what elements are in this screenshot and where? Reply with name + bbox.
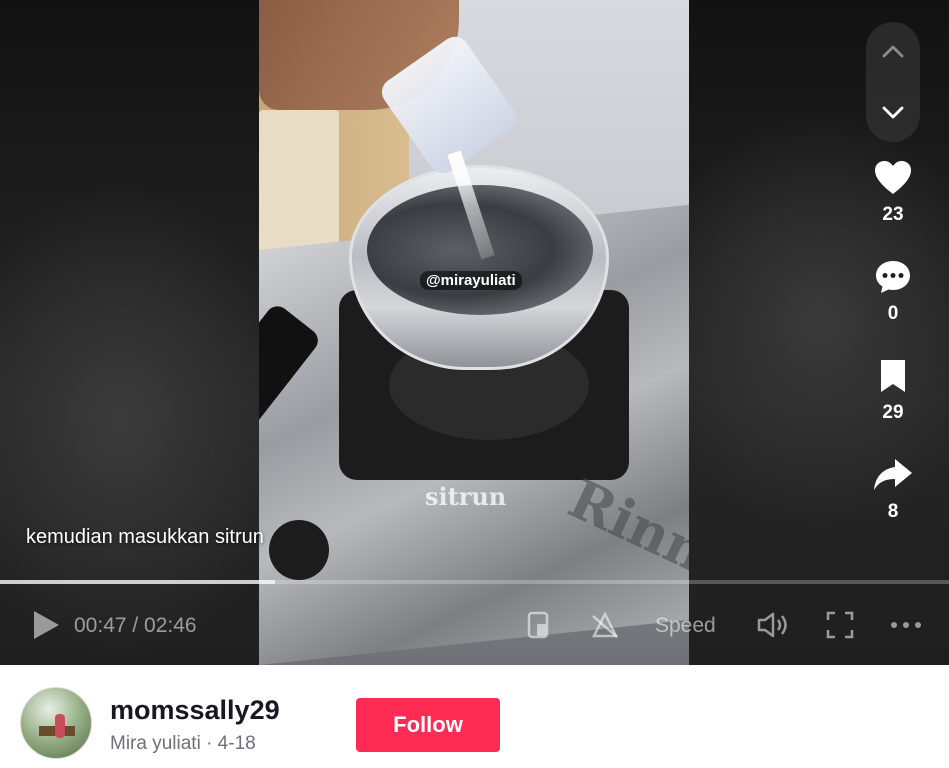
video-navigation: [866, 22, 920, 142]
video-player[interactable]: Rinn @mirayuliati sitrun kemudian masukk…: [0, 0, 949, 665]
video-watermark: @mirayuliati: [420, 271, 522, 290]
video-knob: [269, 520, 329, 580]
comment-icon: [876, 261, 910, 293]
previous-video-button[interactable]: [881, 40, 905, 64]
share-count: 8: [887, 501, 899, 522]
volume-icon: [757, 612, 787, 638]
share-action[interactable]: 8: [866, 457, 920, 523]
progress-fill: [0, 580, 276, 584]
fullscreen-icon: [826, 611, 854, 639]
speed-button[interactable]: Speed: [655, 614, 716, 638]
pip-icon: [527, 611, 549, 639]
bookmark-action[interactable]: 29: [866, 358, 920, 424]
author-username[interactable]: momssally29: [110, 695, 280, 726]
comment-action[interactable]: 0: [866, 259, 920, 325]
video-overlay-text: sitrun: [425, 482, 507, 511]
avatar-person-shape: [55, 714, 65, 738]
next-video-button[interactable]: [881, 100, 905, 124]
pip-button[interactable]: [525, 610, 553, 640]
bookmark-icon: [881, 360, 905, 392]
follow-button[interactable]: Follow: [356, 698, 500, 752]
like-action[interactable]: 23: [866, 160, 920, 226]
fullscreen-button[interactable]: [826, 610, 854, 640]
bookmark-count: 29: [882, 402, 904, 423]
comment-count: 0: [887, 303, 899, 324]
play-icon: [34, 611, 59, 639]
author-subline: Mira yuliati · 4-18: [110, 733, 256, 754]
chevron-up-icon: [882, 45, 904, 58]
chevron-down-icon: [882, 106, 904, 119]
flip-button[interactable]: [590, 610, 620, 640]
more-icon: [891, 622, 921, 628]
avatar[interactable]: [20, 687, 92, 759]
like-count: 23: [882, 204, 904, 225]
time-display: 00:47 / 02:46: [74, 614, 197, 637]
video-caption: kemudian masukkan sitrun: [26, 526, 264, 548]
share-icon: [874, 459, 912, 490]
video-frame[interactable]: Rinn: [259, 0, 689, 665]
play-button[interactable]: [30, 608, 62, 642]
flip-icon: [591, 611, 619, 638]
author-info-bar: momssally29 Mira yuliati · 4-18 Follow: [0, 665, 949, 768]
volume-button[interactable]: [756, 610, 792, 640]
heart-icon: [875, 161, 911, 194]
progress-bar[interactable]: [0, 580, 949, 584]
more-options-button[interactable]: [888, 610, 924, 640]
player-controls: 00:47 / 02:46 Speed: [0, 600, 949, 650]
